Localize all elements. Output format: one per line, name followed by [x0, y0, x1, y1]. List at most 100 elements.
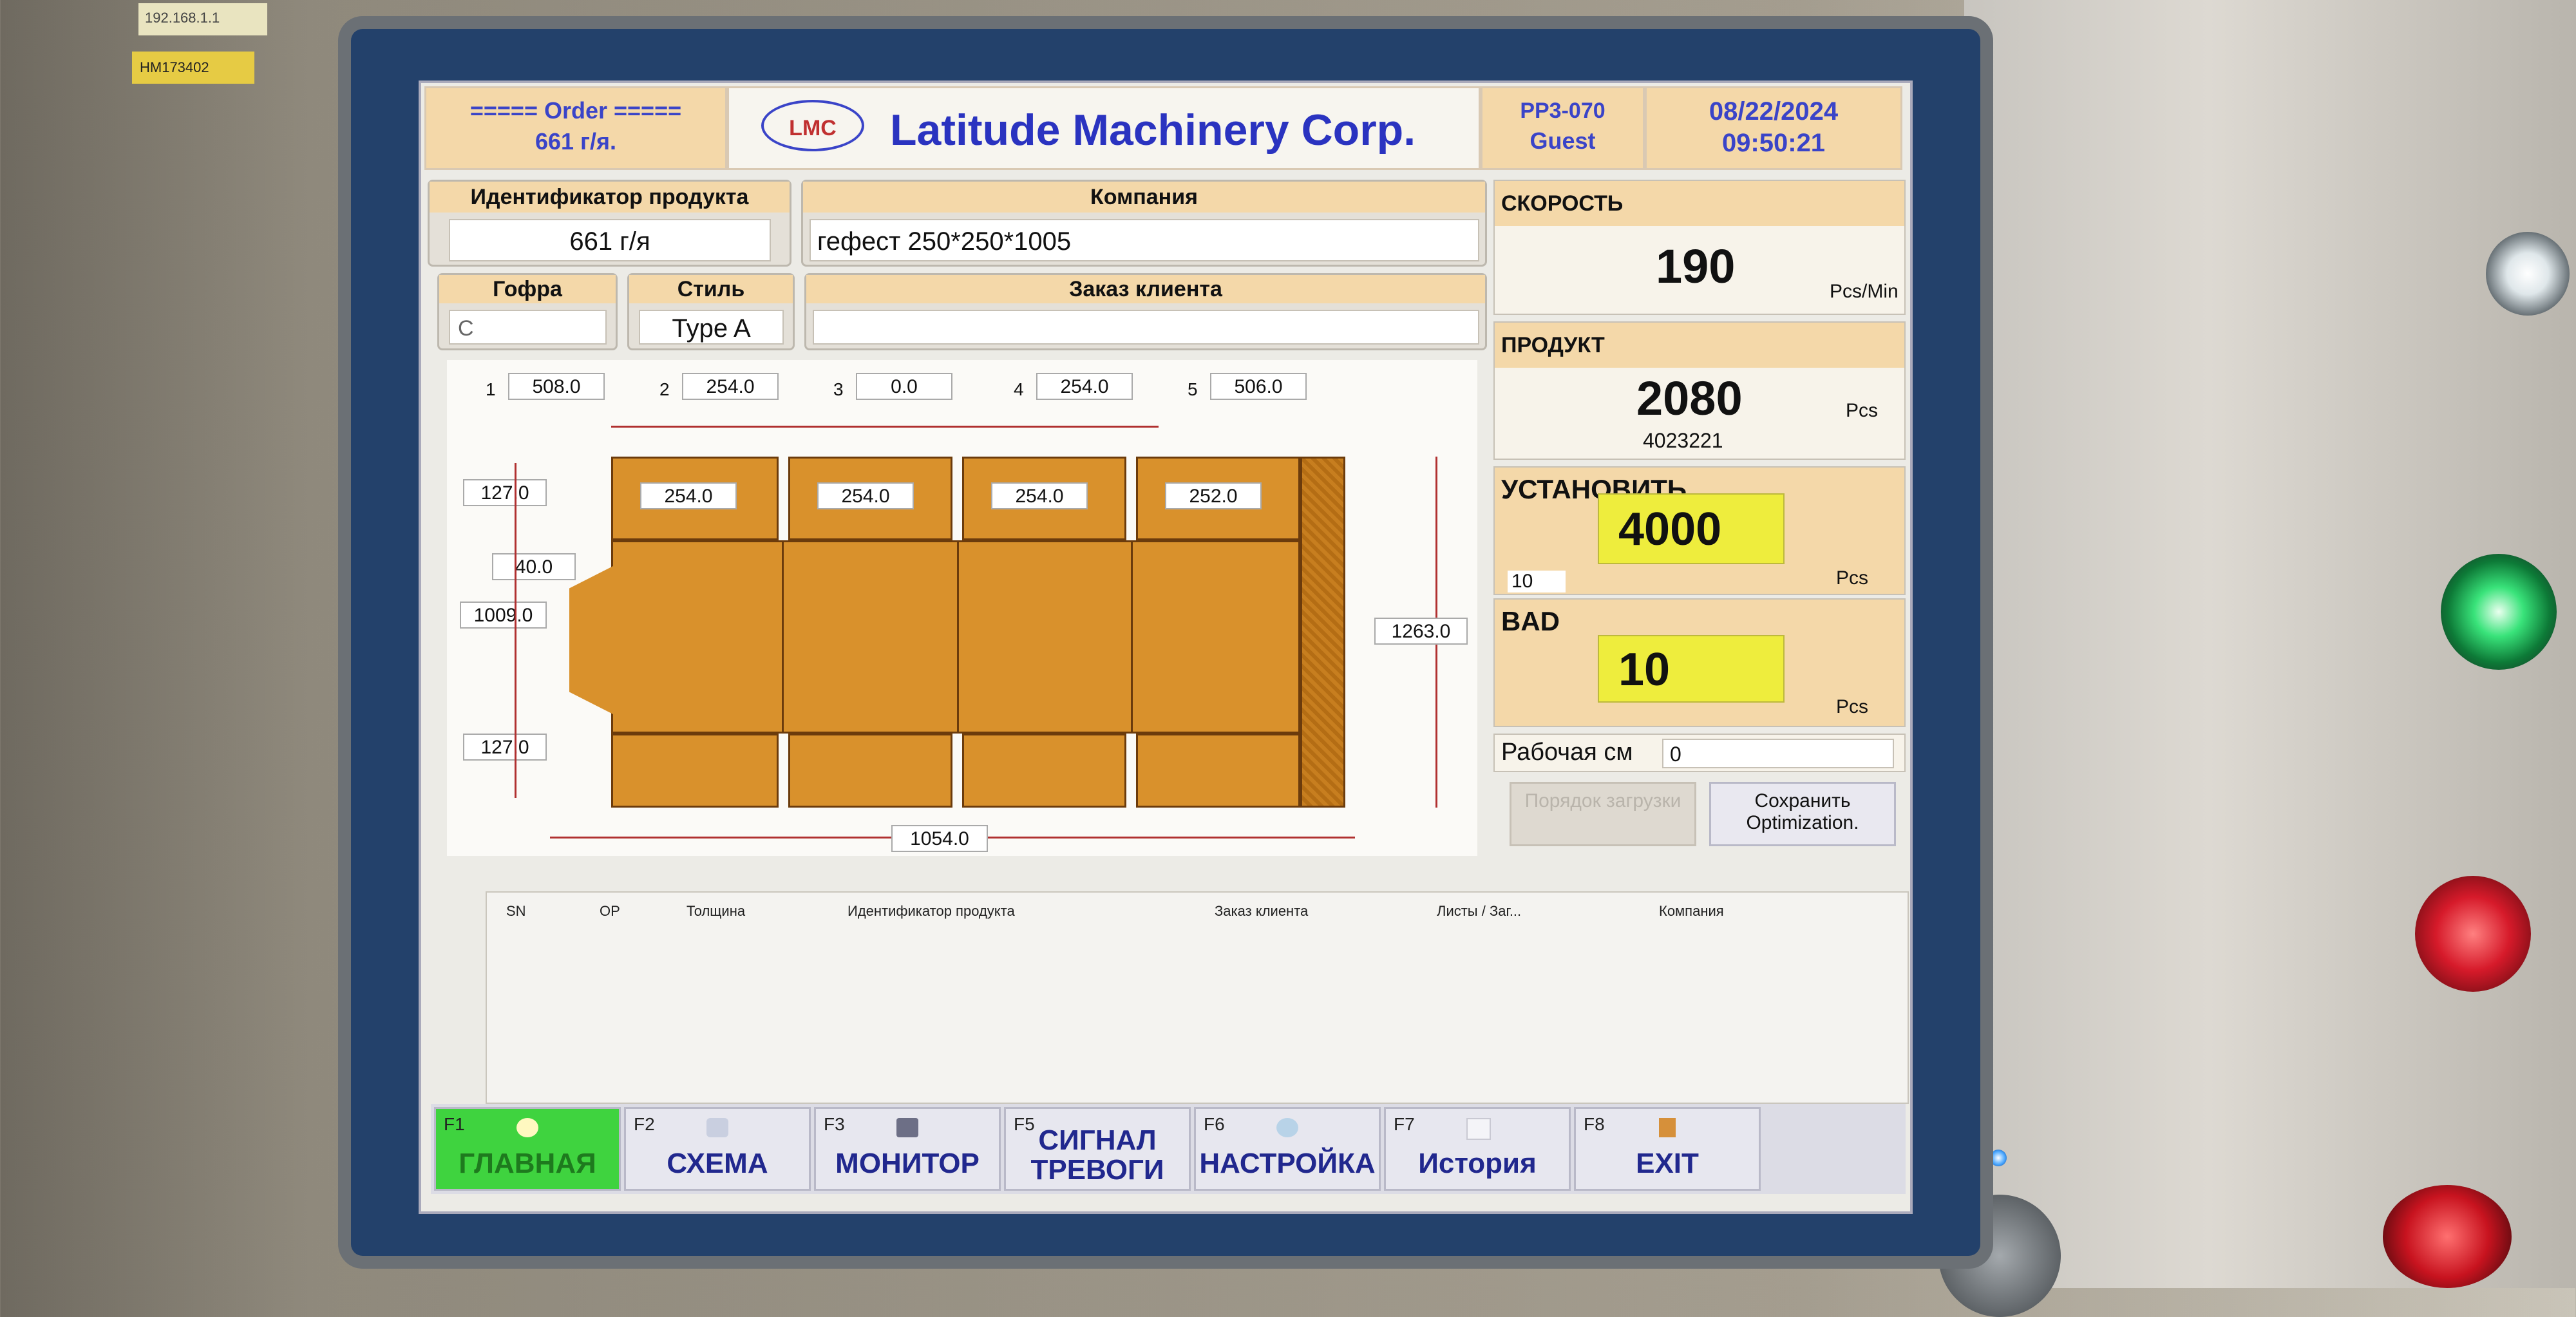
- dim-index-5: 5: [1188, 379, 1198, 399]
- bottom-flap-3: [962, 734, 1126, 808]
- order-value: 661 г/я.: [535, 128, 617, 155]
- speed-label: СКОРОСТЬ: [1495, 181, 1904, 226]
- f8-exit-button[interactable]: F8 EXIT: [1574, 1107, 1761, 1191]
- top-dim-3[interactable]: 0.0: [856, 373, 952, 400]
- speed-panel: СКОРОСТЬ 190 Pcs/Min: [1493, 180, 1906, 315]
- f5-alarm-button[interactable]: F5 СИГНАЛ ТРЕВОГИ: [1004, 1107, 1191, 1191]
- fkey-label: СИГНАЛ ТРЕВОГИ: [1030, 1124, 1164, 1186]
- fkey-label: СХЕМА: [667, 1148, 768, 1179]
- bad-panel: BAD 10 Pcs: [1493, 598, 1906, 727]
- top-dim-1[interactable]: 508.0: [508, 373, 605, 400]
- product-sub-value: 4023221: [1643, 429, 1723, 452]
- flap-bottom-dim[interactable]: 127.0: [463, 734, 547, 761]
- time-display: 09:50:21: [1721, 129, 1826, 157]
- company-label: Компания: [803, 182, 1485, 213]
- save-optimization-button[interactable]: Сохранить Optimization.: [1709, 782, 1896, 846]
- power-led-icon: [1990, 1150, 2007, 1166]
- setpoint-input[interactable]: 4000: [1598, 493, 1785, 564]
- f2-schema-button[interactable]: F2 СХЕМА: [624, 1107, 811, 1191]
- top-dim-4[interactable]: 254.0: [1036, 373, 1133, 400]
- exit-icon: [1659, 1118, 1676, 1137]
- white-indicator-button[interactable]: [2486, 232, 2570, 316]
- speed-value: 190: [1656, 240, 1736, 293]
- fkey-number: F7: [1394, 1114, 1415, 1134]
- company-field[interactable]: гефест 250*250*1005: [810, 219, 1479, 261]
- lmc-logo: LMC: [761, 100, 864, 151]
- f3-monitor-button[interactable]: F3 МОНИТОР: [814, 1107, 1001, 1191]
- product-unit: Pcs: [1846, 400, 1879, 421]
- machine-user-cell[interactable]: PP3-070 Guest: [1481, 86, 1645, 170]
- panel-dim-3[interactable]: 254.0: [991, 482, 1088, 509]
- f7-history-button[interactable]: F7 История: [1384, 1107, 1571, 1191]
- top-dim-5[interactable]: 506.0: [1210, 373, 1307, 400]
- top-dim-2[interactable]: 254.0: [682, 373, 779, 400]
- panel-dim-4[interactable]: 252.0: [1165, 482, 1262, 509]
- shift-panel: Рабочая см 0: [1493, 734, 1906, 772]
- shift-field[interactable]: 0: [1662, 739, 1894, 768]
- f1-home-button[interactable]: F1 ГЛАВНАЯ: [434, 1107, 621, 1191]
- ip-sticker: 192.168.1.1: [138, 3, 267, 35]
- fkey-number: F1: [444, 1114, 465, 1134]
- flap-top-dim[interactable]: 127.0: [463, 479, 547, 506]
- customer-order-field[interactable]: [813, 310, 1479, 345]
- bad-label: BAD: [1501, 606, 1560, 636]
- hmi-screen: ===== Order ===== 661 г/я. LMC Latitude …: [419, 81, 1913, 1214]
- company-title: Latitude Machinery Corp.: [890, 106, 1416, 155]
- load-order-button[interactable]: Порядок загрузки: [1510, 782, 1696, 846]
- customer-order-label: Заказ клиента: [806, 275, 1485, 303]
- dim-index-4: 4: [1014, 379, 1024, 399]
- setpoint-panel: УСТАНОВИТЬ 4000 10 Pcs: [1493, 466, 1906, 595]
- user-name: Guest: [1530, 128, 1596, 154]
- fold-line-2: [957, 540, 959, 734]
- total-length-dim[interactable]: 1054.0: [891, 825, 988, 852]
- emergency-stop-button[interactable]: [2383, 1185, 2512, 1288]
- customer-order-panel: Заказ клиента: [804, 273, 1487, 350]
- col-company: Компания: [1659, 903, 1724, 919]
- setpoint-small[interactable]: 10: [1508, 571, 1566, 592]
- fkey-label: НАСТРОЙКА: [1199, 1148, 1376, 1179]
- history-icon: [1466, 1118, 1491, 1140]
- schema-icon: [706, 1118, 728, 1137]
- monitor-icon: [896, 1118, 918, 1137]
- f6-settings-button[interactable]: F6 НАСТРОЙКА: [1194, 1107, 1381, 1191]
- flute-field[interactable]: C: [449, 310, 607, 345]
- job-table[interactable]: SN OP Толщина Идентификатор продукта Зак…: [486, 891, 1909, 1104]
- red-stop-button[interactable]: [2415, 876, 2531, 992]
- order-header[interactable]: ===== Order ===== 661 г/я.: [424, 86, 727, 170]
- total-height-dim[interactable]: 1263.0: [1374, 618, 1468, 645]
- setpoint-unit: Pcs: [1836, 567, 1869, 589]
- product-id-panel: Идентификатор продукта 661 г/я: [428, 180, 791, 267]
- fold-line-1: [782, 540, 784, 734]
- id-sticker: HM173402: [132, 52, 254, 84]
- box-diagram: 1 508.0 2 254.0 3 0.0 4 254.0 5 506.0 25…: [447, 360, 1477, 856]
- style-label: Стиль: [629, 275, 793, 303]
- product-panel: ПРОДУКТ 2080 Pcs 4023221: [1493, 321, 1906, 460]
- dim-index-1: 1: [486, 379, 496, 399]
- settings-icon: [1276, 1118, 1298, 1137]
- green-start-button[interactable]: [2441, 554, 2557, 670]
- product-id-label: Идентификатор продукта: [430, 182, 790, 213]
- col-product-id: Идентификатор продукта: [848, 903, 1015, 919]
- fkey-label: История: [1418, 1148, 1537, 1179]
- product-id-field[interactable]: 661 г/я: [449, 219, 771, 261]
- dim-index-3: 3: [833, 379, 844, 399]
- flute-panel: Гофра C: [437, 273, 618, 350]
- style-field[interactable]: Type A: [639, 310, 784, 345]
- bad-input[interactable]: 10: [1598, 635, 1785, 703]
- bottom-flap-2: [788, 734, 952, 808]
- glue-tab-dim[interactable]: 40.0: [492, 553, 576, 580]
- panel-dim-1[interactable]: 254.0: [640, 482, 737, 509]
- company-panel: Компания гефест 250*250*1005: [801, 180, 1487, 267]
- body-height-dim[interactable]: 1009.0: [460, 602, 547, 629]
- col-thickness: Толщина: [687, 903, 746, 919]
- left-dimension-line: [515, 463, 516, 798]
- speed-unit: Pcs/Min: [1830, 281, 1899, 302]
- bad-unit: Pcs: [1836, 696, 1869, 717]
- glue-tab: [569, 566, 613, 714]
- home-icon: [516, 1118, 538, 1137]
- fkey-label: EXIT: [1636, 1148, 1699, 1179]
- panel-dim-2[interactable]: 254.0: [817, 482, 914, 509]
- order-title: ===== Order =====: [469, 97, 682, 124]
- col-sheets: Листы / Заг...: [1437, 903, 1522, 919]
- box-body: [611, 540, 1300, 734]
